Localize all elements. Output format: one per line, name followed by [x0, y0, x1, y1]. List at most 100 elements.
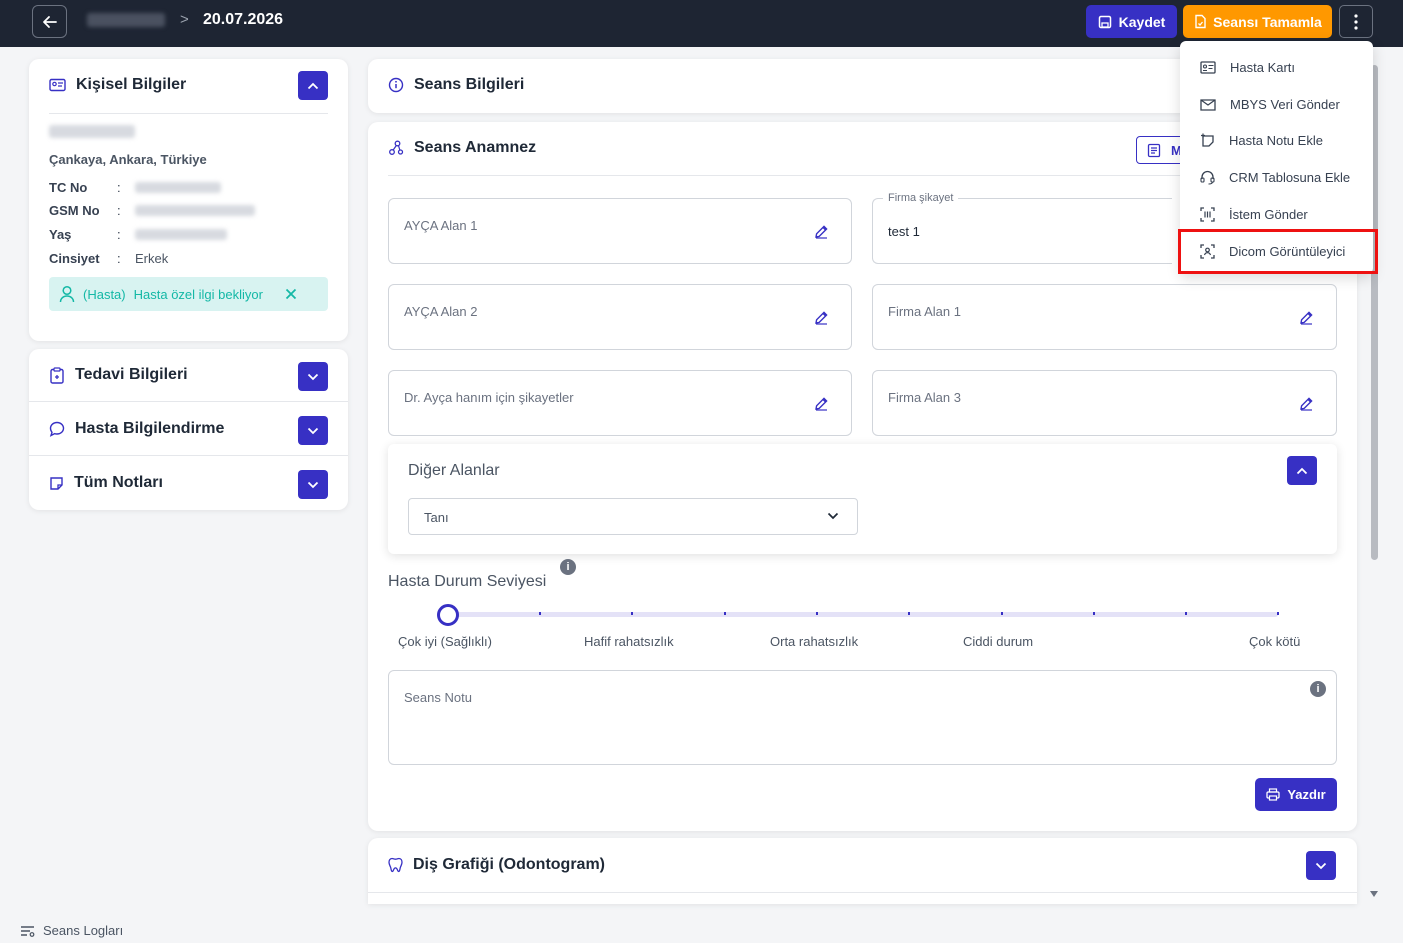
treatment-info-section[interactable]: Tedavi Bilgileri: [29, 349, 348, 402]
slider-tick: [815, 612, 818, 615]
pencil-icon[interactable]: [814, 224, 829, 244]
tooth-icon: [388, 857, 403, 873]
scan-icon: [1200, 207, 1215, 222]
pencil-icon[interactable]: [814, 310, 829, 330]
odontogram-card[interactable]: Diş Grafiği (Odontogram): [368, 838, 1357, 904]
complete-label: Seansı Tamamla: [1213, 13, 1322, 30]
other-fields-collapse-button[interactable]: [1287, 456, 1317, 485]
slider-tick: [631, 612, 634, 615]
age-label: Yaş: [49, 227, 72, 242]
patient-name-blurred: [87, 13, 165, 27]
info-circle-icon: [388, 77, 404, 93]
print-label: Yazdır: [1287, 787, 1326, 802]
breadcrumb-separator: >: [180, 11, 189, 28]
ayca-field-1[interactable]: AYÇA Alan 1: [388, 198, 852, 264]
complete-session-button[interactable]: Seansı Tamamla: [1183, 5, 1332, 38]
badge-close-icon[interactable]: [285, 288, 297, 300]
clipboard-icon: [50, 366, 64, 384]
all-notes-expand-button[interactable]: [298, 470, 328, 499]
firma-field-3[interactable]: Firma Alan 3: [872, 370, 1337, 436]
age-value-blurred: [135, 229, 227, 240]
note-add-icon: [1201, 133, 1214, 147]
slider-tick: [908, 612, 911, 615]
ayca-field-2[interactable]: AYÇA Alan 2: [388, 284, 852, 350]
menu-item-add-note[interactable]: Hasta Notu Ekle: [1180, 122, 1373, 159]
chevron-up-icon: [1296, 467, 1308, 474]
personal-info-card: Kişisel Bilgiler Çankaya, Ankara, Türkiy…: [29, 59, 348, 341]
save-icon: [1098, 15, 1111, 28]
print-button[interactable]: Yazdır: [1255, 778, 1337, 811]
other-fields-select[interactable]: Tanı: [408, 498, 858, 535]
status-label-mild[interactable]: Hafif rahatsızlık: [584, 634, 674, 649]
chevron-down-icon: [827, 512, 839, 520]
tc-label: TC No: [49, 180, 88, 195]
all-notes-section[interactable]: Tüm Notları: [29, 457, 348, 510]
status-label-very-good[interactable]: Çok iyi (Sağlıklı): [398, 634, 492, 649]
id-card-icon: [1200, 61, 1216, 74]
patient-informing-expand-button[interactable]: [298, 416, 328, 445]
patient-address: Çankaya, Ankara, Türkiye: [49, 152, 207, 167]
dicom-viewer-highlight-box: [1178, 229, 1378, 274]
session-note-textarea[interactable]: Seans Notu i: [388, 670, 1337, 765]
session-logs-link[interactable]: Seans Logları: [20, 923, 123, 938]
headset-icon: [1200, 170, 1215, 185]
patient-informing-title: Hasta Bilgilendirme: [75, 420, 225, 437]
menu-item-request-send[interactable]: İstem Gönder: [1180, 196, 1373, 233]
personal-info-collapse-button[interactable]: [298, 71, 328, 100]
scroll-down-arrow-icon[interactable]: [1370, 891, 1378, 897]
gsm-value-blurred: [135, 205, 255, 216]
document-list-icon: [1147, 143, 1161, 157]
back-button[interactable]: [32, 5, 67, 38]
pencil-icon[interactable]: [1299, 396, 1314, 416]
treatment-info-expand-button[interactable]: [298, 362, 328, 391]
treatment-info-title: Tedavi Bilgileri: [75, 366, 188, 383]
save-label: Kaydet: [1118, 13, 1166, 30]
menu-item-crm-add[interactable]: CRM Tablosuna Ekle: [1180, 159, 1373, 196]
status-label-moderate[interactable]: Orta rahatsızlık: [770, 634, 858, 649]
firma-complaint-label: Firma şikayet: [883, 192, 959, 204]
slider-tick: [1092, 612, 1095, 615]
badge-text: Hasta özel ilgi bekliyor: [133, 286, 263, 302]
more-options-button[interactable]: [1339, 5, 1373, 38]
menu-item-patient-card[interactable]: Hasta Kartı: [1180, 49, 1373, 86]
age-colon: :: [117, 227, 121, 242]
document-check-icon: [1195, 14, 1206, 29]
slider-tick: [1000, 612, 1003, 615]
patient-informing-section[interactable]: Hasta Bilgilendirme: [29, 403, 348, 456]
odontogram-title: Diş Grafiği (Odontogram): [413, 856, 605, 873]
firma-field-1[interactable]: Firma Alan 1: [872, 284, 1337, 350]
odontogram-expand-button[interactable]: [1306, 851, 1336, 880]
dots-vertical-icon: [1354, 13, 1358, 30]
firma-complaint-value: test 1: [888, 224, 920, 239]
menu-item-label: İstem Gönder: [1229, 207, 1308, 222]
firma-field-1-label: Firma Alan 1: [888, 304, 961, 319]
gender-value: Erkek: [135, 251, 169, 266]
status-label-serious[interactable]: Ciddi durum: [963, 634, 1033, 649]
status-slider-handle[interactable]: [437, 604, 459, 626]
divider: [368, 892, 1357, 893]
mail-send-icon: [1200, 99, 1216, 111]
printer-icon: [1266, 788, 1280, 801]
menu-item-mbys-send[interactable]: MBYS Veri Gönder: [1180, 86, 1373, 123]
status-slider-track[interactable]: [448, 612, 1278, 617]
firma-complaint-field[interactable]: Firma şikayet test 1: [872, 192, 1172, 264]
pencil-icon[interactable]: [1299, 310, 1314, 330]
ayca-field-2-label: AYÇA Alan 2: [404, 304, 478, 319]
tc-colon: :: [117, 180, 121, 195]
dr-ayca-complaints-field[interactable]: Dr. Ayça hanım için şikayetler: [388, 370, 852, 436]
chevron-down-icon: [307, 373, 319, 380]
status-info-icon[interactable]: i: [560, 559, 576, 575]
status-label-very-bad[interactable]: Çok kötü: [1249, 634, 1300, 649]
save-button[interactable]: Kaydet: [1086, 5, 1177, 38]
session-date: 20.07.2026: [203, 11, 284, 28]
pencil-icon[interactable]: [814, 396, 829, 416]
gsm-label: GSM No: [49, 203, 100, 218]
badge-role: (Hasta): [83, 286, 126, 302]
chevron-down-icon: [1315, 862, 1327, 869]
slider-tick: [539, 612, 541, 615]
gender-colon: :: [117, 251, 121, 266]
menu-item-label: Hasta Kartı: [1230, 60, 1296, 75]
slider-tick: [1277, 612, 1280, 615]
note-info-icon[interactable]: i: [1310, 681, 1326, 697]
user-icon: [59, 285, 75, 303]
